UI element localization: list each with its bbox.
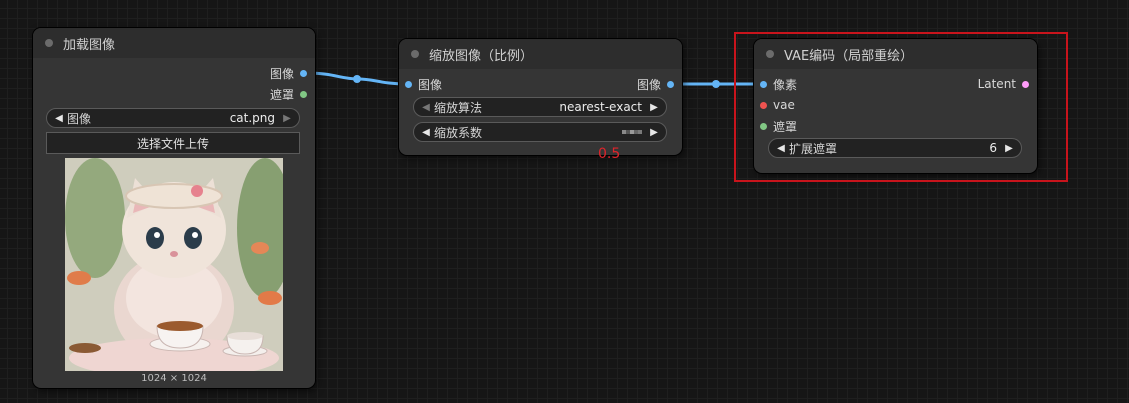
load-image-title-bar[interactable]: 加载图像 [33, 28, 315, 58]
scale-factor-widget[interactable]: ◀ 缩放系数 ▶ [413, 122, 667, 142]
input-slot-image[interactable]: 图像 [405, 77, 443, 92]
output-slot-image[interactable]: 图像 [636, 77, 674, 92]
scale-image-title-bar[interactable]: 缩放图像（比例） [399, 39, 682, 69]
widget-label: 缩放系数 [434, 125, 483, 140]
node-title: 加载图像 [63, 37, 116, 53]
slot-label: 图像 [636, 77, 661, 92]
image-select-widget[interactable]: ◀ 图像 cat.png ▶ [46, 108, 300, 128]
output-socket-image-icon[interactable] [300, 69, 307, 77]
slot-label: 遮罩 [269, 87, 294, 102]
increment-arrow-icon[interactable]: ▶ [281, 113, 293, 124]
increment-arrow-icon[interactable]: ▶ [648, 127, 660, 138]
image-link-wire[interactable] [304, 71, 409, 86]
widget-label: 图像 [67, 111, 92, 126]
widget-value: cat.png [229, 111, 275, 125]
cat-image-illustration [65, 158, 283, 371]
widget-value: nearest-exact [559, 100, 642, 114]
input-socket-image-icon[interactable] [405, 80, 412, 88]
graph-canvas[interactable]: 加载图像 图像 遮罩 ◀ 图像 cat.png ▶ 选择文件上传 1024 × … [0, 0, 1129, 403]
upload-file-button[interactable]: 选择文件上传 [46, 132, 300, 154]
load-image-node[interactable]: 加载图像 图像 遮罩 ◀ 图像 cat.png ▶ 选择文件上传 1024 × … [33, 28, 315, 388]
collapse-dot-icon[interactable] [45, 39, 53, 47]
increment-arrow-icon[interactable]: ▶ [648, 102, 660, 113]
upscale-method-widget[interactable]: ◀ 缩放算法 nearest-exact ▶ [413, 97, 667, 117]
slot-label: 图像 [418, 77, 443, 92]
image-size-caption: 1024 × 1024 [141, 373, 207, 384]
upload-button-label: 选择文件上传 [136, 136, 209, 151]
output-socket-image-icon[interactable] [667, 80, 674, 88]
image-preview [65, 158, 283, 371]
slot-label: 图像 [269, 66, 294, 81]
output-slot-mask[interactable]: 遮罩 [269, 87, 307, 102]
widget-label: 缩放算法 [434, 100, 483, 115]
decrement-arrow-icon[interactable]: ◀ [53, 113, 65, 124]
node-title: 缩放图像（比例） [429, 48, 534, 64]
scale-factor-annotation: 0.5 [598, 146, 621, 162]
decrement-arrow-icon[interactable]: ◀ [420, 102, 432, 113]
collapse-dot-icon[interactable] [411, 50, 419, 58]
highlight-box [734, 32, 1068, 182]
wire-midpoint-handle[interactable] [353, 75, 361, 83]
decrement-arrow-icon[interactable]: ◀ [420, 127, 432, 138]
output-socket-mask-icon[interactable] [300, 90, 307, 98]
widget-value-obscured [622, 130, 642, 134]
output-slot-image[interactable]: 图像 [269, 66, 307, 81]
scale-image-node[interactable]: 缩放图像（比例） 图像 图像 ◀ 缩放算法 nearest-exact ▶ ◀ … [399, 39, 682, 155]
pixelated-value-mask [622, 130, 642, 134]
wire-midpoint-handle-2[interactable] [712, 80, 720, 88]
